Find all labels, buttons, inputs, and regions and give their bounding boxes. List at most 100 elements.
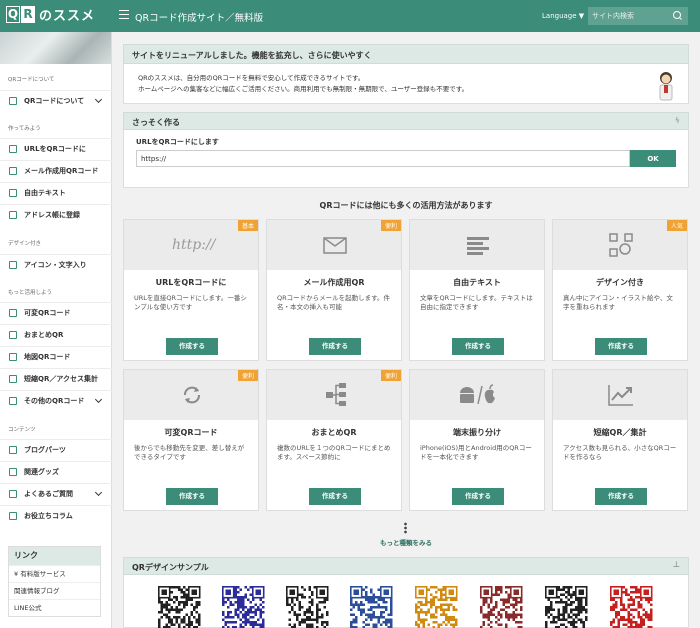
sidebar-section-label: QRコードについて <box>8 77 55 83</box>
qr-sample-8[interactable] <box>606 586 656 628</box>
feature-desc: QRコードからメールを起動します。件名・本文の挿入も可能 <box>277 294 390 312</box>
feature-card-short[interactable]: 短縮QR／集計 アクセス数も見られる、小さなQRコードを作るなら 作成する <box>552 369 688 511</box>
qr-smile-icon <box>609 233 633 257</box>
sidebar-item-goods[interactable]: 関連グッズ <box>0 461 112 481</box>
badge: 基本 <box>237 220 258 231</box>
feature-title: 可変QRコード <box>164 428 218 437</box>
feature-desc: 真ん中にアイコン・イラスト絵や、文字を重ねられます <box>563 294 673 312</box>
badge: 便利 <box>237 370 258 381</box>
sidebar: QRコードについて QRコードについて 作ってみよう URLをQRコードに メー… <box>0 32 112 628</box>
sidebar-section-label: 作ってみよう <box>8 126 41 132</box>
sidebar-item-free-text[interactable]: 自由テキスト <box>0 182 112 202</box>
url-input-label: URLをQRコードにします <box>136 138 219 146</box>
link-line[interactable]: LINE公式 <box>9 599 100 616</box>
sidebar-item-map-qr[interactable]: 地図QRコード <box>0 346 112 366</box>
feature-card-text[interactable]: 自由テキスト 文章をQRコードにします。テキストは自由に指定できます 作成する <box>409 219 545 361</box>
feature-card-url[interactable]: http:// 基本 URLをQRコードに URLを直接QRコードにします。一番シ… <box>123 219 259 361</box>
qr-sample-5[interactable] <box>411 586 461 628</box>
text-icon <box>9 189 17 197</box>
feature-card-bundle[interactable]: 便利 おまとめQR 複数のURLを１つのQRコードにまとめます。スペース節約に … <box>266 369 402 511</box>
quick-create-panel: URLをQRコードにします OK <box>123 130 689 188</box>
feature-icon-area <box>410 370 544 420</box>
more-link[interactable]: もっと種類をみる <box>123 537 689 547</box>
make-button[interactable]: 作成する <box>595 338 647 355</box>
qr-sample-7[interactable] <box>541 586 591 628</box>
qr-sample-1[interactable] <box>154 586 204 628</box>
sidebar-item-mail-qr[interactable]: メール作成用QRコード <box>0 160 112 180</box>
sidebar-item-label: おまとめQR <box>24 331 64 339</box>
feature-card-variable[interactable]: 便利 可変QRコード 後からでも移動先を変更、差し替えができるタイプです 作成す… <box>123 369 259 511</box>
feature-card-design[interactable]: 人気 デザイン付き 真ん中にアイコン・イラスト絵や、文字を重ねられます 作成する <box>552 219 688 361</box>
logo-r: R <box>21 6 35 23</box>
hamburger-menu-icon[interactable] <box>119 10 129 19</box>
http-icon: http:// <box>172 237 216 253</box>
mail-icon <box>323 237 347 254</box>
sidebar-item-label: その他のQRコード <box>24 397 85 405</box>
chevron-down-icon <box>94 488 103 497</box>
link-icon <box>9 145 17 153</box>
make-button[interactable]: 作成する <box>452 488 504 505</box>
qr-sample-6[interactable] <box>476 586 526 628</box>
feature-icon-area: http:// 基本 <box>124 220 258 270</box>
link-paid-service[interactable]: ¥ 有料版サービス <box>9 565 100 582</box>
ok-button[interactable]: OK <box>630 150 676 167</box>
chart-icon <box>9 375 17 383</box>
feature-title: 短縮QR／集計 <box>593 428 647 437</box>
feature-desc: URLを直接QRコードにします。一番シンプルな使い方です <box>134 294 247 312</box>
qr-sample-3[interactable] <box>282 586 332 628</box>
badge: 人気 <box>666 220 687 231</box>
site-title: QRコード作成サイト／無料版 <box>135 13 264 24</box>
samples-panel <box>123 575 689 628</box>
qr-sample-4[interactable] <box>346 586 396 628</box>
question-icon <box>9 490 17 498</box>
quick-create-title: さっそく作る ϟ <box>123 112 689 130</box>
trend-chart-icon <box>608 385 633 406</box>
mail-icon <box>9 167 17 175</box>
link-blog[interactable]: 関連情報ブログ <box>9 582 100 599</box>
contact-icon <box>9 211 17 219</box>
make-button[interactable]: 作成する <box>166 338 218 355</box>
feature-card-device[interactable]: 端末振り分け iPhone(iOS)用とAndroid用のQRコードを一本化でき… <box>409 369 545 511</box>
feature-desc: アクセス数も見られる、小さなQRコードを作るなら <box>563 444 677 462</box>
feature-title: URLをQRコードに <box>155 278 227 287</box>
sidebar-item-blog-parts[interactable]: ブログパーツ <box>0 439 112 459</box>
qr-sample-2[interactable] <box>218 586 268 628</box>
search-icon[interactable] <box>673 11 681 19</box>
sidebar-hero-image <box>0 32 111 64</box>
feature-icon-area <box>553 370 687 420</box>
sidebar-item-bundle-qr[interactable]: おまとめQR <box>0 324 112 344</box>
sidebar-item-label: アイコン・文字入り <box>24 261 87 269</box>
sidebar-item-column[interactable]: お役立ちコラム <box>0 505 112 525</box>
feature-icon-area <box>410 220 544 270</box>
url-input[interactable] <box>136 150 630 167</box>
feature-desc: iPhone(iOS)用とAndroid用のQRコードを一本化できます <box>420 444 532 462</box>
make-button[interactable]: 作成する <box>595 488 647 505</box>
book-icon <box>9 512 17 520</box>
sidebar-item-address-book[interactable]: アドレス帳に登録 <box>0 204 112 224</box>
sidebar-item-label: 地図QRコード <box>24 353 71 361</box>
palette-icon <box>9 261 17 269</box>
grid-icon <box>9 397 17 405</box>
sidebar-item-label: ブログパーツ <box>24 446 66 454</box>
sidebar-item-other-qr[interactable]: その他のQRコード <box>0 390 112 410</box>
make-button[interactable]: 作成する <box>309 338 361 355</box>
sidebar-item-variable-qr[interactable]: 可変QRコード <box>0 302 112 322</box>
feature-card-mail[interactable]: 便利 メール作成用QR QRコードからメールを起動します。件名・本文の挿入も可能… <box>266 219 402 361</box>
logo-q: Q <box>6 6 20 23</box>
sidebar-section-label: コンテンツ <box>8 427 36 433</box>
make-button[interactable]: 作成する <box>452 338 504 355</box>
notice-line-1: QRのススメは、自分用のQRコードを無料で安心して作成できるサイトです。 <box>138 74 365 82</box>
make-button[interactable]: 作成する <box>166 488 218 505</box>
make-button[interactable]: 作成する <box>309 488 361 505</box>
sidebar-item-short-qr[interactable]: 短縮QR／アクセス集計 <box>0 368 112 388</box>
sidebar-item-url-qr[interactable]: URLをQRコードに <box>0 138 112 158</box>
sidebar-item-label: 自由テキスト <box>24 189 66 197</box>
language-selector[interactable]: Language ▼ <box>542 12 584 20</box>
sidebar-item-about-qr[interactable]: QRコードについて <box>0 90 112 110</box>
notice-line-2: ホームページへの集客などに幅広くご活用ください。商用利用でも無制限・無期限で、ユ… <box>138 85 469 93</box>
sidebar-item-icon-text[interactable]: アイコン・文字入り <box>0 254 112 274</box>
sidebar-item-faq[interactable]: よくあるご質問 <box>0 483 112 503</box>
sidebar-section-label: もっと活用しよう <box>8 290 53 296</box>
site-logo[interactable]: Q R のススメ <box>6 5 95 24</box>
sidebar-item-label: QRコードについて <box>24 97 85 105</box>
